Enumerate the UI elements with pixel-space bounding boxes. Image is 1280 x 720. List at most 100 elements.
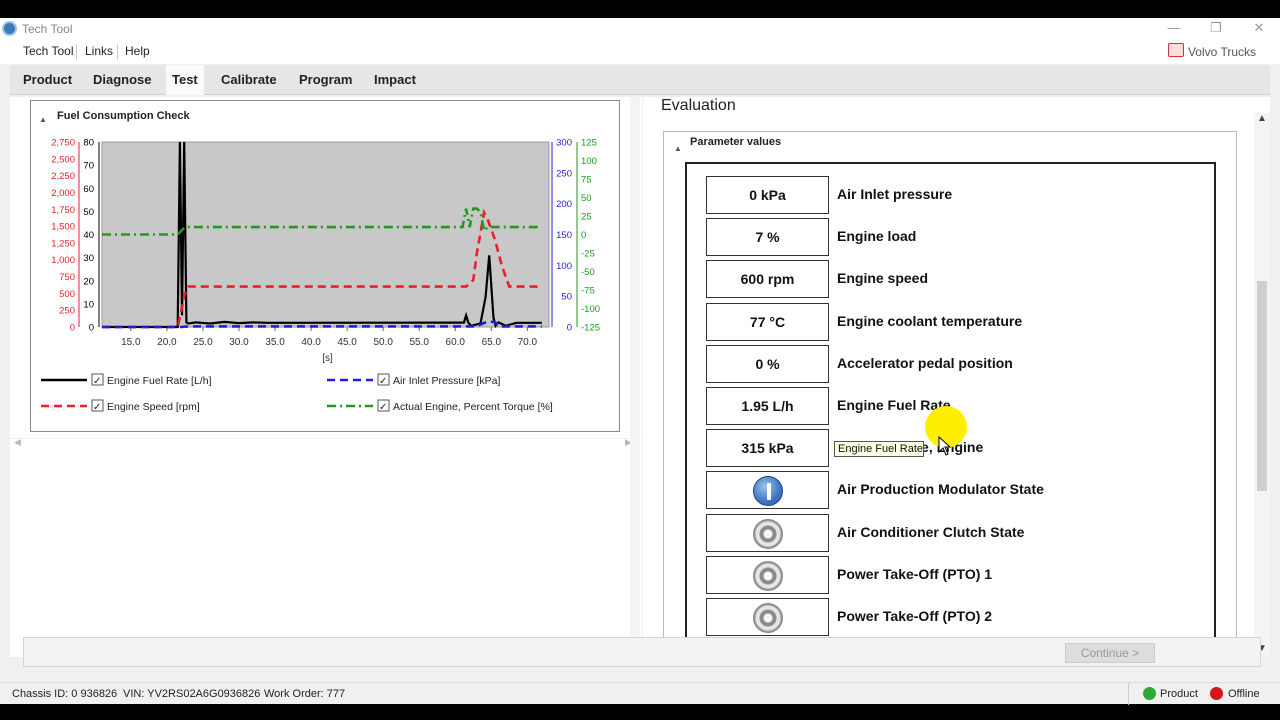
continue-button[interactable]: Continue > [1065, 643, 1155, 663]
legend-label: Air Inlet Pressure [kPa] [393, 375, 500, 387]
parameter-value: 315 kPa [706, 429, 829, 468]
menu-help[interactable]: Help [125, 44, 150, 58]
off-state-icon [753, 518, 783, 549]
parameter-row: Air Conditioner Clutch State [706, 513, 1206, 552]
mouse-pointer-icon [938, 436, 952, 456]
scrollbar-thumb[interactable] [1257, 281, 1267, 491]
evaluation-panel: Evaluation ▲ Parameter values 0 kPa Air I… [643, 97, 1270, 657]
parameter-row: 7 % Engine load [706, 218, 1206, 257]
parameter-label: Air Conditioner Clutch State [837, 523, 1025, 540]
menu-divider [76, 44, 77, 60]
fuel_rate-tick-label: 40 [83, 230, 94, 241]
parameter-label: Air Inlet pressure [837, 186, 953, 202]
parameter-row: 77 °C Engine coolant temperature [706, 302, 1206, 341]
product-status-icon [1143, 687, 1156, 700]
tab-test[interactable]: Test [166, 65, 204, 95]
x-tick-label: 50.0 [373, 337, 393, 348]
parameter-state [706, 555, 829, 594]
parameter-row: 0 kPa Air Inlet pressure [706, 176, 1206, 214]
evaluation-title: Evaluation [661, 97, 736, 114]
torque-tick-label: -100 [581, 304, 600, 315]
menu-links[interactable]: Links [85, 44, 113, 58]
engine_speed-tick-label: 1,750 [51, 205, 75, 216]
parameter-value: 7 % [706, 218, 829, 257]
engine_speed-tick-label: 750 [59, 272, 75, 283]
check-icon: ✓ [379, 376, 387, 387]
main-tabs: Product Diagnose Test Calibrate Program … [10, 65, 1270, 95]
parameter-row: Air Production Modulator State [706, 471, 1206, 510]
restore-button[interactable]: ❐ [1206, 19, 1226, 37]
window-title: Tech Tool [22, 22, 73, 36]
torque-tick-label: -75 [581, 286, 595, 297]
parameter-label: Air Production Modulator State [837, 481, 1044, 498]
parameter-row: 600 rpm Engine speed [706, 260, 1206, 299]
chassis-id: Chassis ID: 0 936826 [12, 688, 118, 700]
close-button[interactable]: ✕ [1249, 19, 1269, 37]
brand-label: Volvo Trucks [1187, 45, 1256, 59]
air_inlet-tick-label: 200 [556, 199, 572, 210]
tab-impact[interactable]: Impact [374, 72, 416, 87]
engine_speed-tick-label: 2,000 [51, 188, 75, 199]
tooltip: Engine Fuel Rate [834, 441, 924, 457]
parameter-state [706, 513, 829, 552]
air_inlet-tick-label: 50 [561, 292, 572, 303]
menu-tech-tool[interactable]: Tech Tool [23, 44, 73, 58]
parameter-state [706, 598, 829, 636]
parameter-value: 1.95 L/h [706, 387, 829, 425]
parameter-label: Power Take-Off (PTO) 2 [837, 608, 993, 624]
fuel-consumption-chart: 15.0 20.0 25.0 30.0 35.0 40.0 45.0 50.0 55.0 60.0… [41, 138, 600, 413]
x-tick-label: 20.0 [157, 337, 177, 348]
parameter-values-title: Parameter values [690, 136, 782, 148]
fuel_rate-tick-label: 10 [83, 299, 94, 310]
scroll-left-icon[interactable]: ◀ [14, 437, 21, 448]
x-axis-label: [s] [322, 353, 333, 364]
fuel_rate-tick-label: 0 [89, 323, 94, 334]
legend-label: Engine Fuel Rate [L/h] [107, 375, 212, 387]
offline-status-icon [1210, 687, 1223, 700]
x-tick-label: 60.0 [446, 337, 466, 348]
panel-splitter[interactable] [630, 97, 640, 657]
tab-product[interactable]: Product [23, 72, 72, 87]
engine_speed-tick-label: 2,500 [51, 154, 75, 165]
fuel_rate-tick-label: 70 [83, 161, 94, 172]
collapse-parameters-icon[interactable]: ▲ [674, 138, 682, 156]
air_inlet-tick-label: 100 [556, 261, 572, 272]
off-state-icon [753, 603, 783, 633]
engine_speed-tick-label: 1,500 [51, 222, 75, 233]
parameter-state [706, 471, 829, 510]
x-tick-label: 35.0 [265, 337, 285, 348]
check-icon: ✓ [379, 402, 387, 413]
parameter-row: 0 % Accelerator pedal position [706, 344, 1206, 383]
engine_speed-tick-label: 1,000 [51, 255, 75, 266]
x-tick-label: 15.0 [121, 337, 141, 348]
parameter-label: Engine coolant temperature [837, 312, 1023, 329]
fuel_rate-tick-label: 30 [83, 253, 94, 264]
air_inlet-tick-label: 150 [556, 230, 572, 241]
torque-tick-label: -50 [581, 267, 595, 278]
offline-status[interactable]: Offline [1228, 688, 1260, 700]
parameter-value: 0 % [706, 344, 829, 383]
tab-calibrate[interactable]: Calibrate [221, 72, 277, 87]
x-tick-label: 70.0 [518, 337, 538, 348]
horizontal-scrollbar[interactable]: ◀ ▶ [10, 437, 642, 450]
minimize-button[interactable]: — [1164, 19, 1184, 37]
chart-panel: ▲ Fuel Consumption Check 15.0 20.0 25.0 30.… [10, 97, 642, 657]
legend-label: Engine Speed [rpm] [107, 401, 200, 413]
parameter-label: Engine speed [837, 270, 929, 287]
off-state-icon [753, 560, 783, 591]
air_inlet-tick-label: 0 [567, 323, 572, 334]
tab-diagnose[interactable]: Diagnose [93, 72, 152, 87]
tab-program[interactable]: Program [299, 72, 352, 87]
parameter-value: 0 kPa [706, 176, 829, 214]
engine_speed-tick-label: 500 [59, 289, 75, 300]
work-order: Work Order: 777 [264, 688, 346, 700]
brand-icon [1168, 43, 1184, 57]
torque-tick-label: -25 [581, 249, 595, 260]
scroll-up-icon[interactable]: ▲ [1257, 113, 1267, 124]
vertical-scrollbar[interactable]: ▲ ▼ [1254, 113, 1270, 657]
engine_speed-tick-label: 1,250 [51, 238, 75, 249]
engine_speed-tick-label: 0 [70, 323, 75, 334]
air_inlet-tick-label: 300 [556, 138, 572, 149]
product-status[interactable]: Product [1160, 688, 1198, 700]
fuel_rate-tick-label: 20 [83, 276, 94, 287]
